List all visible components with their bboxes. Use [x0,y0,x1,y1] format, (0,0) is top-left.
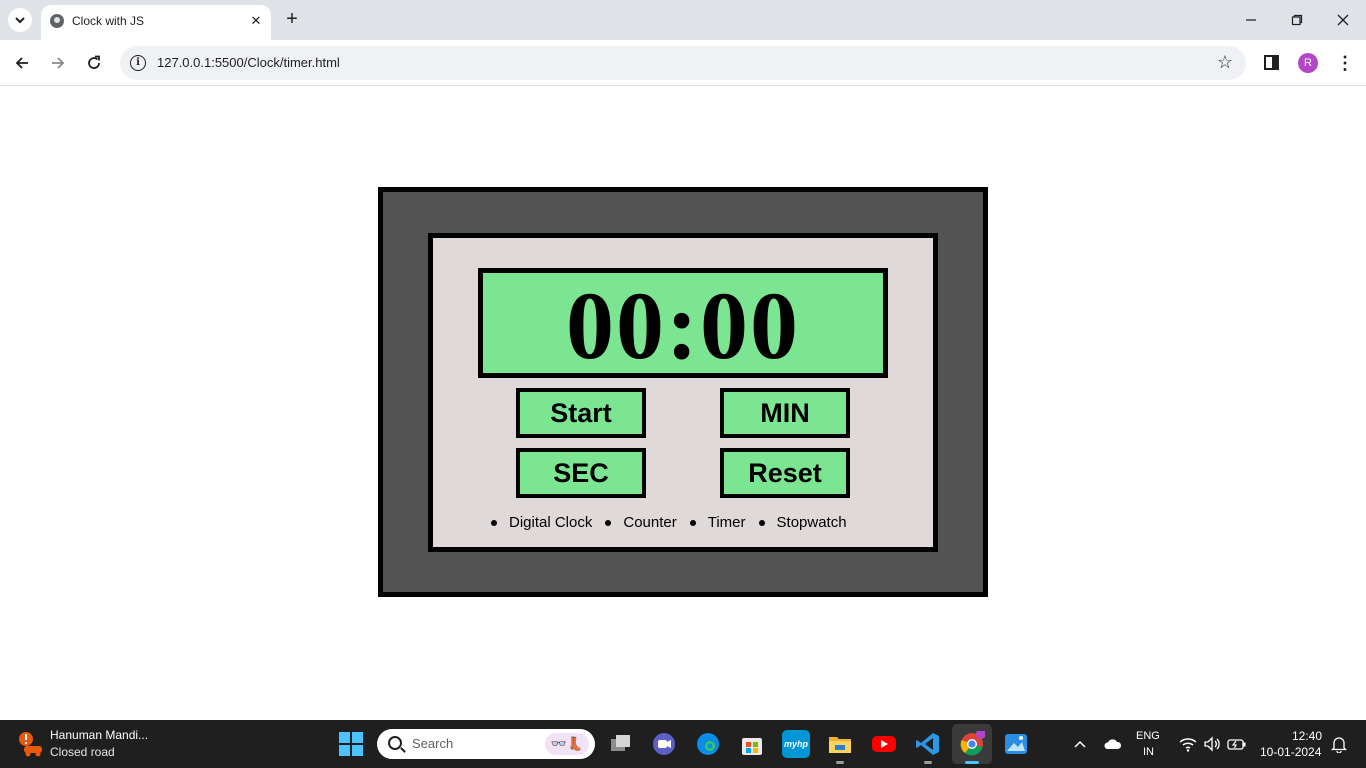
star-icon[interactable]: ☆ [1217,52,1233,73]
timer-display-text: 00:00 [566,272,800,379]
hp-app-icon[interactable]: myhp [782,730,810,758]
nav-link-label[interactable]: Counter [623,514,676,531]
side-panel-icon[interactable] [1264,55,1279,70]
windows-start-icon[interactable] [339,732,363,756]
language-indicator-bottom[interactable]: IN [1143,746,1154,758]
clock-date[interactable]: 10-01-2024 [1260,745,1321,759]
sec-button[interactable]: SEC [516,448,646,498]
search-icon [388,736,402,750]
meet-chat-icon[interactable] [650,730,678,758]
bullet-icon [491,519,497,526]
minimize-button[interactable] [1236,8,1266,32]
nav-link-digital-clock[interactable]: Digital Clock [491,514,592,531]
menu-icon[interactable]: ⋮ [1336,51,1354,75]
timer-display: 00:00 [478,268,888,378]
bullet-icon [758,519,765,526]
file-explorer-icon[interactable] [826,730,854,764]
paint-app-icon[interactable] [1002,730,1030,758]
youtube-icon[interactable] [870,730,898,758]
reset-button[interactable]: Reset [720,448,850,498]
bullet-icon [605,519,612,526]
traffic-alert-icon[interactable] [16,731,44,757]
address-bar[interactable]: i 127.0.0.1:5500/Clock/timer.html ☆ [120,46,1246,80]
tab-close-button[interactable]: ✕ [246,11,266,31]
cloud-icon[interactable] [1102,737,1122,751]
battery-icon[interactable] [1227,737,1247,751]
chevron-up-icon[interactable] [1073,739,1087,749]
minimize-icon [1246,19,1256,21]
nav-link-label[interactable]: Digital Clock [509,514,592,531]
browser-tab-strip: Clock with JS ✕ + [0,0,1366,40]
clock-time[interactable]: 12:40 [1292,729,1322,743]
task-view-icon[interactable] [607,730,635,758]
info-icon[interactable]: i [130,55,146,71]
taskbar: Hanuman Mandi... Closed road Search 👓👢 m… [0,720,1366,768]
close-window-button[interactable] [1328,8,1358,32]
restore-icon [1291,14,1303,26]
browser-tab-active[interactable]: Clock with JS ✕ [41,5,271,40]
nav-link-label[interactable]: Stopwatch [777,514,847,531]
bullet-icon [689,519,696,526]
timer-panel: 00:00 Start MIN SEC Reset Digital Clock … [428,233,938,552]
search-placeholder[interactable]: Search [412,736,453,751]
avatar[interactable]: R [1298,53,1318,73]
reload-button[interactable] [81,50,107,76]
chevron-down-icon [15,17,25,24]
forward-button[interactable] [45,50,71,76]
tab-list-button[interactable] [8,8,32,32]
wifi-icon[interactable] [1179,736,1197,752]
url-text[interactable]: 127.0.0.1:5500/Clock/timer.html [157,55,340,70]
tab-title: Clock with JS [72,14,145,28]
arrow-left-icon [15,57,28,69]
nav-links: Digital Clock Counter Timer Stopwatch [491,514,860,531]
nav-link-timer[interactable]: Timer [689,514,746,531]
min-button[interactable]: MIN [720,388,850,438]
close-icon [1337,14,1349,26]
weather-widget-title[interactable]: Hanuman Mandi... [50,728,148,742]
edge-browser-icon[interactable] [694,730,722,758]
arrow-right-icon [52,57,65,69]
reload-icon [88,55,100,69]
nav-link-stopwatch[interactable]: Stopwatch [758,514,847,531]
timer-outer-frame: 00:00 Start MIN SEC Reset Digital Clock … [378,187,988,597]
taskbar-search[interactable]: Search 👓👢 [377,729,595,759]
volume-icon[interactable] [1203,736,1221,752]
microsoft-store-icon[interactable] [738,730,766,758]
nav-link-counter[interactable]: Counter [605,514,677,531]
browser-toolbar: i 127.0.0.1:5500/Clock/timer.html ☆ R ⋮ [0,40,1366,86]
notification-bell-icon[interactable] [1331,735,1347,753]
nav-link-label[interactable]: Timer [708,514,746,531]
start-button[interactable]: Start [516,388,646,438]
back-button[interactable] [9,50,35,76]
vscode-icon[interactable] [914,730,942,764]
chrome-icon[interactable] [958,730,986,764]
new-tab-button[interactable]: + [281,8,303,30]
restore-button[interactable] [1282,8,1312,32]
search-highlight-icon[interactable]: 👓👢 [545,733,589,755]
language-indicator-top[interactable]: ENG [1136,730,1160,742]
globe-icon [50,14,64,28]
weather-widget-subtitle[interactable]: Closed road [50,745,115,759]
